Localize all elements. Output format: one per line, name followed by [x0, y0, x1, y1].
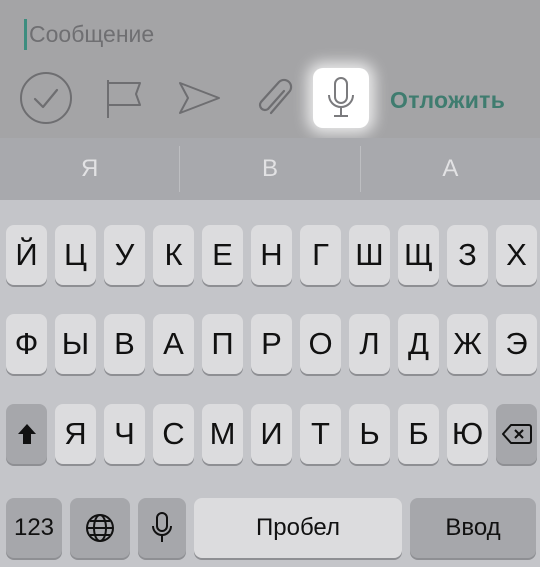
space-key[interactable]: Пробел [194, 498, 402, 558]
globe-key[interactable] [70, 498, 130, 558]
key[interactable]: Ш [349, 225, 390, 285]
key[interactable]: Д [398, 314, 439, 374]
key[interactable]: Э [496, 314, 537, 374]
key[interactable]: Б [398, 404, 439, 464]
key[interactable]: А [153, 314, 194, 374]
key[interactable]: Р [251, 314, 292, 374]
flag-button[interactable] [100, 66, 148, 130]
key[interactable]: М [202, 404, 243, 464]
key[interactable]: Ы [55, 314, 96, 374]
postpone-button[interactable]: Отложить [390, 84, 505, 116]
key[interactable]: Ц [55, 225, 96, 285]
key[interactable]: С [153, 404, 194, 464]
send-button[interactable] [174, 66, 224, 130]
key[interactable]: Е [202, 225, 243, 285]
check-button[interactable] [16, 66, 76, 130]
backspace-key[interactable] [496, 404, 537, 464]
flag-icon [107, 80, 141, 118]
numbers-key[interactable]: 123 [6, 498, 62, 558]
dictation-key[interactable] [138, 498, 186, 558]
attach-button[interactable] [252, 66, 296, 130]
keyboard: Й Ц У К Е Н Г Ш Щ З Х Ф Ы В А П Р О Л Д … [0, 200, 540, 567]
backspace-icon [501, 424, 532, 444]
shift-arrow-icon [17, 424, 36, 444]
key[interactable]: К [153, 225, 194, 285]
send-icon [179, 82, 220, 114]
key[interactable]: Ч [104, 404, 145, 464]
suggestion-1[interactable]: Я [0, 138, 179, 200]
key[interactable]: Т [300, 404, 341, 464]
key[interactable]: В [104, 314, 145, 374]
key[interactable]: Л [349, 314, 390, 374]
key[interactable]: У [104, 225, 145, 285]
key[interactable]: П [202, 314, 243, 374]
key[interactable]: Ж [447, 314, 488, 374]
microphone-icon [152, 512, 172, 542]
key[interactable]: Х [496, 225, 537, 285]
suggestion-2[interactable]: В [180, 138, 359, 200]
key[interactable]: Н [251, 225, 292, 285]
microphone-icon [328, 77, 354, 117]
key[interactable]: Ю [447, 404, 488, 464]
paperclip-icon [258, 78, 293, 115]
key[interactable]: И [251, 404, 292, 464]
key[interactable]: Щ [398, 225, 439, 285]
key[interactable]: Й [6, 225, 47, 285]
text-cursor [24, 19, 27, 50]
globe-icon [86, 514, 114, 542]
key[interactable]: З [447, 225, 488, 285]
suggestion-bar: Я В А [0, 138, 540, 200]
voice-input-button[interactable] [313, 68, 369, 128]
message-input[interactable]: Сообщение [29, 16, 154, 52]
key[interactable]: Г [300, 225, 341, 285]
key[interactable]: Ь [349, 404, 390, 464]
check-circle-icon [20, 72, 72, 124]
enter-key[interactable]: Ввод [410, 498, 536, 558]
shift-key[interactable] [6, 404, 47, 464]
suggestion-3[interactable]: А [361, 138, 540, 200]
key[interactable]: О [300, 314, 341, 374]
key[interactable]: Я [55, 404, 96, 464]
key[interactable]: Ф [6, 314, 47, 374]
